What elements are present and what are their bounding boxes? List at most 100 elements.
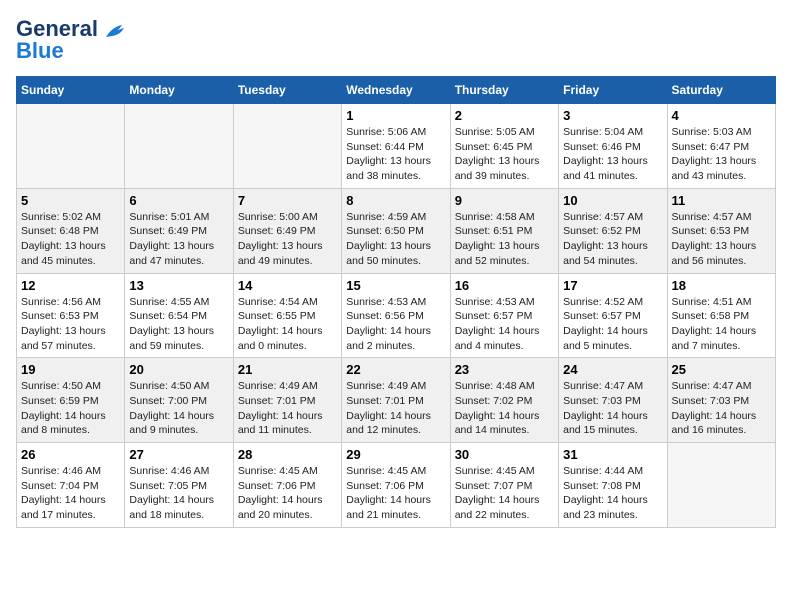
day-info: Sunrise: 4:57 AMSunset: 6:53 PMDaylight:… (672, 210, 771, 269)
day-cell: 10 Sunrise: 4:57 AMSunset: 6:52 PMDayligh… (559, 188, 667, 273)
day-number: 16 (455, 278, 554, 293)
day-info: Sunrise: 4:45 AMSunset: 7:06 PMDaylight:… (346, 464, 445, 523)
day-cell: 23 Sunrise: 4:48 AMSunset: 7:02 PMDayligh… (450, 358, 558, 443)
day-number: 24 (563, 362, 662, 377)
day-number: 17 (563, 278, 662, 293)
day-cell: 16Sunrise: 4:53 AMSunset: 6:57 PMDayligh… (450, 273, 558, 358)
day-cell: 27 Sunrise: 4:46 AMSunset: 7:05 PMDayligh… (125, 443, 233, 528)
week-row-2: 5 Sunrise: 5:02 AMSunset: 6:48 PMDaylight… (17, 188, 776, 273)
day-cell: 28 Sunrise: 4:45 AMSunset: 7:06 PMDayligh… (233, 443, 341, 528)
day-header-friday: Friday (559, 77, 667, 104)
day-cell (17, 104, 125, 189)
day-cell: 11Sunrise: 4:57 AMSunset: 6:53 PMDayligh… (667, 188, 775, 273)
day-info: Sunrise: 4:46 AMSunset: 7:05 PMDaylight:… (129, 464, 228, 523)
day-info: Sunrise: 4:47 AMSunset: 7:03 PMDaylight:… (672, 379, 771, 438)
day-cell: 24 Sunrise: 4:47 AMSunset: 7:03 PMDayligh… (559, 358, 667, 443)
day-cell: 6 Sunrise: 5:01 AMSunset: 6:49 PMDaylight… (125, 188, 233, 273)
day-info: Sunrise: 4:57 AMSunset: 6:52 PMDaylight:… (563, 210, 662, 269)
day-number: 10 (563, 193, 662, 208)
day-cell: 30Sunrise: 4:45 AMSunset: 7:07 PMDayligh… (450, 443, 558, 528)
day-number: 13 (129, 278, 228, 293)
day-info: Sunrise: 4:52 AMSunset: 6:57 PMDaylight:… (563, 295, 662, 354)
day-cell: 5 Sunrise: 5:02 AMSunset: 6:48 PMDaylight… (17, 188, 125, 273)
day-info: Sunrise: 5:06 AMSunset: 6:44 PMDaylight:… (346, 125, 445, 184)
day-info: Sunrise: 4:46 AMSunset: 7:04 PMDaylight:… (21, 464, 120, 523)
day-info: Sunrise: 4:55 AMSunset: 6:54 PMDaylight:… (129, 295, 228, 354)
day-number: 22 (346, 362, 445, 377)
day-number: 7 (238, 193, 337, 208)
day-info: Sunrise: 4:49 AMSunset: 7:01 PMDaylight:… (346, 379, 445, 438)
day-cell: 1 Sunrise: 5:06 AMSunset: 6:44 PMDaylight… (342, 104, 450, 189)
day-info: Sunrise: 5:02 AMSunset: 6:48 PMDaylight:… (21, 210, 120, 269)
day-info: Sunrise: 4:50 AMSunset: 7:00 PMDaylight:… (129, 379, 228, 438)
day-number: 23 (455, 362, 554, 377)
day-info: Sunrise: 5:00 AMSunset: 6:49 PMDaylight:… (238, 210, 337, 269)
day-number: 1 (346, 108, 445, 123)
day-info: Sunrise: 4:47 AMSunset: 7:03 PMDaylight:… (563, 379, 662, 438)
day-header-monday: Monday (125, 77, 233, 104)
day-number: 2 (455, 108, 554, 123)
day-cell: 14 Sunrise: 4:54 AMSunset: 6:55 PMDayligh… (233, 273, 341, 358)
day-cell: 31Sunrise: 4:44 AMSunset: 7:08 PMDayligh… (559, 443, 667, 528)
bird-icon (104, 23, 126, 41)
day-info: Sunrise: 5:03 AMSunset: 6:47 PMDaylight:… (672, 125, 771, 184)
day-info: Sunrise: 4:56 AMSunset: 6:53 PMDaylight:… (21, 295, 120, 354)
logo: General Blue (16, 16, 126, 64)
day-number: 9 (455, 193, 554, 208)
day-number: 6 (129, 193, 228, 208)
day-number: 12 (21, 278, 120, 293)
day-info: Sunrise: 4:54 AMSunset: 6:55 PMDaylight:… (238, 295, 337, 354)
day-info: Sunrise: 5:05 AMSunset: 6:45 PMDaylight:… (455, 125, 554, 184)
day-number: 27 (129, 447, 228, 462)
day-info: Sunrise: 4:53 AMSunset: 6:56 PMDaylight:… (346, 295, 445, 354)
day-cell (667, 443, 775, 528)
day-cell: 4 Sunrise: 5:03 AMSunset: 6:47 PMDaylight… (667, 104, 775, 189)
day-number: 14 (238, 278, 337, 293)
calendar: SundayMondayTuesdayWednesdayThursdayFrid… (16, 76, 776, 528)
header-row: SundayMondayTuesdayWednesdayThursdayFrid… (17, 77, 776, 104)
day-number: 28 (238, 447, 337, 462)
day-number: 29 (346, 447, 445, 462)
day-number: 19 (21, 362, 120, 377)
week-row-4: 19Sunrise: 4:50 AMSunset: 6:59 PMDayligh… (17, 358, 776, 443)
day-number: 5 (21, 193, 120, 208)
day-header-thursday: Thursday (450, 77, 558, 104)
day-number: 20 (129, 362, 228, 377)
day-cell: 20 Sunrise: 4:50 AMSunset: 7:00 PMDayligh… (125, 358, 233, 443)
day-info: Sunrise: 4:51 AMSunset: 6:58 PMDaylight:… (672, 295, 771, 354)
day-header-tuesday: Tuesday (233, 77, 341, 104)
week-row-5: 26Sunrise: 4:46 AMSunset: 7:04 PMDayligh… (17, 443, 776, 528)
day-cell: 15 Sunrise: 4:53 AMSunset: 6:56 PMDayligh… (342, 273, 450, 358)
day-info: Sunrise: 4:59 AMSunset: 6:50 PMDaylight:… (346, 210, 445, 269)
day-cell: 8Sunrise: 4:59 AMSunset: 6:50 PMDaylight… (342, 188, 450, 273)
day-info: Sunrise: 4:45 AMSunset: 7:07 PMDaylight:… (455, 464, 554, 523)
day-header-sunday: Sunday (17, 77, 125, 104)
day-cell: 18 Sunrise: 4:51 AMSunset: 6:58 PMDayligh… (667, 273, 775, 358)
day-number: 3 (563, 108, 662, 123)
day-info: Sunrise: 4:45 AMSunset: 7:06 PMDaylight:… (238, 464, 337, 523)
day-cell: 17 Sunrise: 4:52 AMSunset: 6:57 PMDayligh… (559, 273, 667, 358)
day-cell: 22 Sunrise: 4:49 AMSunset: 7:01 PMDayligh… (342, 358, 450, 443)
day-number: 18 (672, 278, 771, 293)
day-cell: 19Sunrise: 4:50 AMSunset: 6:59 PMDayligh… (17, 358, 125, 443)
day-info: Sunrise: 4:49 AMSunset: 7:01 PMDaylight:… (238, 379, 337, 438)
day-cell: 29 Sunrise: 4:45 AMSunset: 7:06 PMDayligh… (342, 443, 450, 528)
day-number: 31 (563, 447, 662, 462)
day-cell: 12 Sunrise: 4:56 AMSunset: 6:53 PMDayligh… (17, 273, 125, 358)
day-cell: 7 Sunrise: 5:00 AMSunset: 6:49 PMDaylight… (233, 188, 341, 273)
day-cell: 13 Sunrise: 4:55 AMSunset: 6:54 PMDayligh… (125, 273, 233, 358)
day-cell: 2 Sunrise: 5:05 AMSunset: 6:45 PMDaylight… (450, 104, 558, 189)
page-header: General Blue (16, 16, 776, 64)
day-cell: 25 Sunrise: 4:47 AMSunset: 7:03 PMDayligh… (667, 358, 775, 443)
day-header-wednesday: Wednesday (342, 77, 450, 104)
day-number: 25 (672, 362, 771, 377)
day-cell: 3Sunrise: 5:04 AMSunset: 6:46 PMDaylight… (559, 104, 667, 189)
week-row-1: 1 Sunrise: 5:06 AMSunset: 6:44 PMDaylight… (17, 104, 776, 189)
day-info: Sunrise: 5:01 AMSunset: 6:49 PMDaylight:… (129, 210, 228, 269)
day-info: Sunrise: 4:48 AMSunset: 7:02 PMDaylight:… (455, 379, 554, 438)
day-number: 15 (346, 278, 445, 293)
day-cell: 21Sunrise: 4:49 AMSunset: 7:01 PMDayligh… (233, 358, 341, 443)
day-cell: 26Sunrise: 4:46 AMSunset: 7:04 PMDayligh… (17, 443, 125, 528)
day-info: Sunrise: 4:58 AMSunset: 6:51 PMDaylight:… (455, 210, 554, 269)
day-number: 4 (672, 108, 771, 123)
